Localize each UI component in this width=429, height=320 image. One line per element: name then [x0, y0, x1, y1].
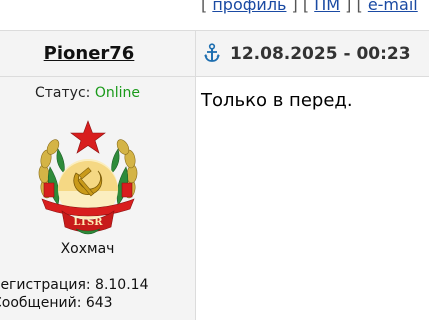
status-label: Статус:: [35, 85, 91, 101]
avatar: LTSR: [38, 120, 138, 235]
user-status: Статус: Online: [0, 85, 175, 101]
username-cell: Pioner76: [0, 31, 195, 77]
top-links-bar: [ профиль ] [ ПМ ] [ e-mail: [0, 0, 429, 31]
emblem-lettering: LTSR: [73, 217, 103, 228]
post-text: Только в перед.: [201, 90, 353, 111]
username-link[interactable]: Pioner76: [0, 43, 178, 64]
user-title: Хохмач: [60, 241, 115, 257]
registration-date: Регистрация: 8.10.14: [0, 277, 149, 293]
red-star-icon: [70, 120, 106, 154]
email-link[interactable]: e-mail: [368, 0, 418, 14]
message-count: Сообщений: 643: [0, 295, 113, 311]
profile-link[interactable]: профиль: [212, 0, 286, 14]
status-online: Online: [94, 85, 140, 101]
post-datetime: 12.08.2025 - 00:23: [230, 44, 411, 64]
anchor-icon[interactable]: [204, 43, 220, 63]
post-panel: 12.08.2025 - 00:23 Только в перед.: [196, 31, 429, 320]
profile-links: [ профиль ] [ ПМ ] [ e-mail: [201, 0, 418, 14]
post-header: 12.08.2025 - 00:23: [196, 31, 429, 77]
pm-link[interactable]: ПМ: [314, 0, 340, 14]
